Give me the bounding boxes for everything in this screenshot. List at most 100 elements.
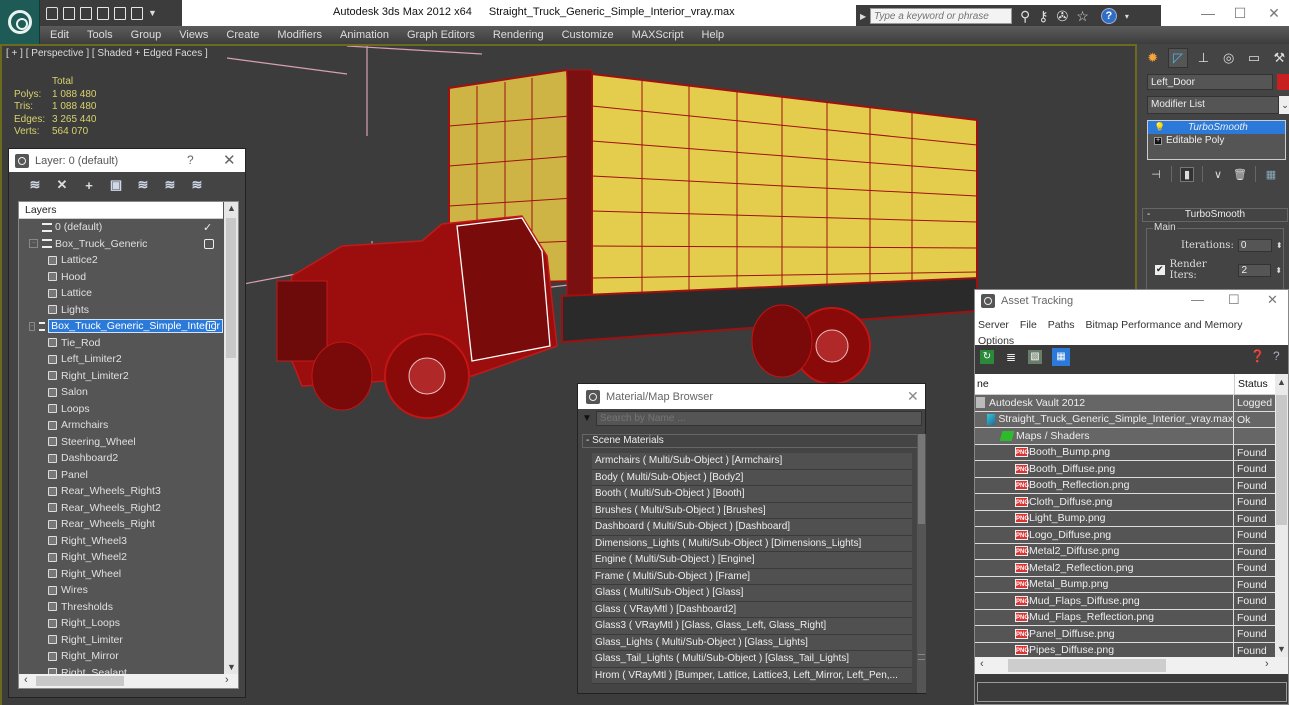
asset-row[interactable]: Maps / Shaders	[975, 428, 1275, 445]
menu-edit[interactable]: Edit	[40, 29, 78, 41]
pin-stack-icon[interactable]: ⊣	[1149, 168, 1163, 181]
menu-animation[interactable]: Animation	[331, 29, 398, 41]
status-column-header[interactable]: Status	[1234, 374, 1274, 394]
stack-item-turbosmooth[interactable]: 💡 TurboSmooth	[1148, 121, 1285, 134]
maximize-button[interactable]: ☐	[1228, 292, 1240, 308]
object-row[interactable]: Lattice	[19, 285, 223, 302]
star-icon[interactable]: ☆	[1076, 8, 1089, 25]
object-row[interactable]: Lights	[19, 302, 223, 319]
menu-file[interactable]: File	[1020, 319, 1037, 331]
material-item[interactable]: Glass_Lights ( Multi/Sub-Object ) [Glass…	[592, 634, 912, 651]
object-row[interactable]: Wires	[19, 582, 223, 599]
object-row[interactable]: Right_Wheel	[19, 566, 223, 583]
object-row[interactable]: Right_Limiter2	[19, 368, 223, 385]
object-row[interactable]: Dashboard2	[19, 450, 223, 467]
asset-row[interactable]: PNG Mud_Flaps_Diffuse.png Found	[975, 593, 1275, 610]
thumbnail-view-icon[interactable]: ▧	[1028, 350, 1042, 364]
menu-maxscript[interactable]: MAXScript	[623, 29, 693, 41]
current-layer-check-icon[interactable]: ✓	[203, 221, 212, 234]
expand-icon[interactable]: −	[29, 321, 36, 331]
asset-row[interactable]: PNG Metal2_Reflection.png Found	[975, 560, 1275, 577]
create-icon[interactable]: ✹	[1143, 48, 1162, 68]
binoculars-icon[interactable]: ⚲	[1020, 8, 1030, 25]
utilities-icon[interactable]: ⚒	[1270, 48, 1289, 68]
layers-column-header[interactable]: Layers	[19, 202, 223, 219]
asset-row[interactable]: PNG Metal2_Diffuse.png Found	[975, 543, 1275, 560]
expand-icon[interactable]: ▶	[860, 12, 870, 21]
layer-row[interactable]: − Box_Truck_Generic_Simple_Interior	[19, 318, 223, 335]
object-row[interactable]: Left_Limiter2	[19, 351, 223, 368]
asset-row[interactable]: PNG Metal_Bump.png Found	[975, 576, 1275, 593]
vault-help-icon[interactable]: ❓	[1250, 349, 1265, 363]
open-icon[interactable]	[46, 6, 58, 20]
hierarchy-icon[interactable]: ⊥	[1194, 48, 1213, 68]
scroll-up-icon[interactable]: ▲	[227, 203, 236, 213]
vertical-scrollbar[interactable]: ▲ ▼	[224, 202, 238, 674]
render-iters-checkbox[interactable]: ✔	[1155, 265, 1165, 275]
name-column-header[interactable]: ne	[975, 374, 1234, 394]
object-row[interactable]: Right_Limiter	[19, 632, 223, 649]
spinner-icon[interactable]: ⬍	[1276, 241, 1284, 250]
help-icon[interactable]: ?	[1100, 8, 1117, 24]
customize-dropdown-icon[interactable]: ▼	[148, 8, 157, 18]
menu-group[interactable]: Group	[122, 29, 171, 41]
object-row[interactable]: Tie_Rod	[19, 335, 223, 352]
material-browser-titlebar[interactable]: Material/Map Browser ✕	[578, 384, 925, 409]
object-row[interactable]: Armchairs	[19, 417, 223, 434]
render-iters-field[interactable]: 2	[1238, 263, 1272, 277]
save-icon[interactable]	[63, 6, 75, 20]
object-row[interactable]: Right_Loops	[19, 615, 223, 632]
key-icon[interactable]: ⚷	[1038, 8, 1048, 25]
object-row[interactable]: Rear_Wheels_Right2	[19, 500, 223, 517]
lightbulb-icon[interactable]: 💡	[1154, 122, 1165, 133]
menu-server[interactable]: Server	[978, 319, 1009, 331]
set-current-layer-checkbox[interactable]	[204, 238, 214, 249]
hold-icon[interactable]	[97, 6, 109, 20]
new-icon[interactable]	[80, 6, 92, 20]
object-row[interactable]: Thresholds	[19, 599, 223, 616]
expand-icon[interactable]: +	[1154, 136, 1162, 145]
delete-layer-icon[interactable]: ✕	[54, 177, 70, 193]
scroll-thumb[interactable]	[36, 676, 124, 686]
object-row[interactable]: Salon	[19, 384, 223, 401]
object-row[interactable]: Right_Wheel2	[19, 549, 223, 566]
add-to-layer-icon[interactable]: +	[81, 178, 97, 193]
set-current-layer-checkbox[interactable]	[206, 321, 216, 332]
asset-row[interactable]: Straight_Truck_Generic_Simple_Interior_v…	[975, 411, 1275, 428]
material-item[interactable]: Dimensions_Lights ( Multi/Sub-Object ) […	[592, 535, 912, 552]
material-item[interactable]: Glass ( Multi/Sub-Object ) [Glass]	[592, 585, 912, 602]
modifier-list-dropdown[interactable]: Modifier List	[1147, 96, 1279, 114]
scroll-thumb[interactable]	[1276, 395, 1287, 525]
scroll-left-icon[interactable]: ‹	[980, 658, 984, 670]
help-dropdown-icon[interactable]: ▾	[1125, 12, 1129, 21]
asset-row[interactable]: Autodesk Vault 2012 Logged	[975, 395, 1275, 412]
iterations-field[interactable]: 0	[1237, 239, 1272, 252]
select-objects-icon[interactable]: ▣	[108, 177, 124, 193]
close-button[interactable]: ✕	[1252, 2, 1289, 24]
satellite-icon[interactable]: ✇	[1057, 8, 1069, 25]
menu-bitmap-performance[interactable]: Bitmap Performance and Memory	[1085, 319, 1242, 331]
scroll-down-icon[interactable]: ▼	[227, 662, 236, 672]
refresh-icon[interactable]: ↻	[980, 350, 994, 364]
viewport-label[interactable]: [ + ] [ Perspective ] [ Shaded + Edged F…	[6, 48, 208, 59]
infocenter-search-input[interactable]	[870, 8, 1012, 24]
material-item[interactable]: Hrom ( VRayMtl ) [Bumper, Lattice, Latti…	[592, 667, 912, 684]
table-view-icon[interactable]: ▦	[1052, 348, 1070, 366]
close-button[interactable]: ✕	[1267, 292, 1278, 308]
material-item[interactable]: Glass_Tail_Lights ( Multi/Sub-Object ) […	[592, 651, 912, 668]
scroll-thumb[interactable]	[1008, 659, 1166, 672]
scroll-left-icon[interactable]: ‹	[24, 674, 28, 686]
asset-row[interactable]: PNG Panel_Diffuse.png Found	[975, 626, 1275, 643]
object-row[interactable]: Loops	[19, 401, 223, 418]
remove-modifier-icon[interactable]: 🗑	[1233, 168, 1247, 181]
object-name-field[interactable]	[1147, 74, 1273, 90]
scroll-right-icon[interactable]: ›	[225, 674, 229, 686]
close-button[interactable]: ✕	[907, 388, 919, 405]
object-row[interactable]: Rear_Wheels_Right	[19, 516, 223, 533]
layer-row[interactable]: 0 (default) ✓	[19, 219, 223, 236]
asset-row[interactable]: PNG Logo_Diffuse.png Found	[975, 527, 1275, 544]
asset-row[interactable]: PNG Pipes_Diffuse.png Found	[975, 642, 1275, 657]
layer-row[interactable]: − Box_Truck_Generic	[19, 236, 223, 253]
vertical-scrollbar[interactable]	[917, 434, 926, 693]
menu-create[interactable]: Create	[217, 29, 268, 41]
